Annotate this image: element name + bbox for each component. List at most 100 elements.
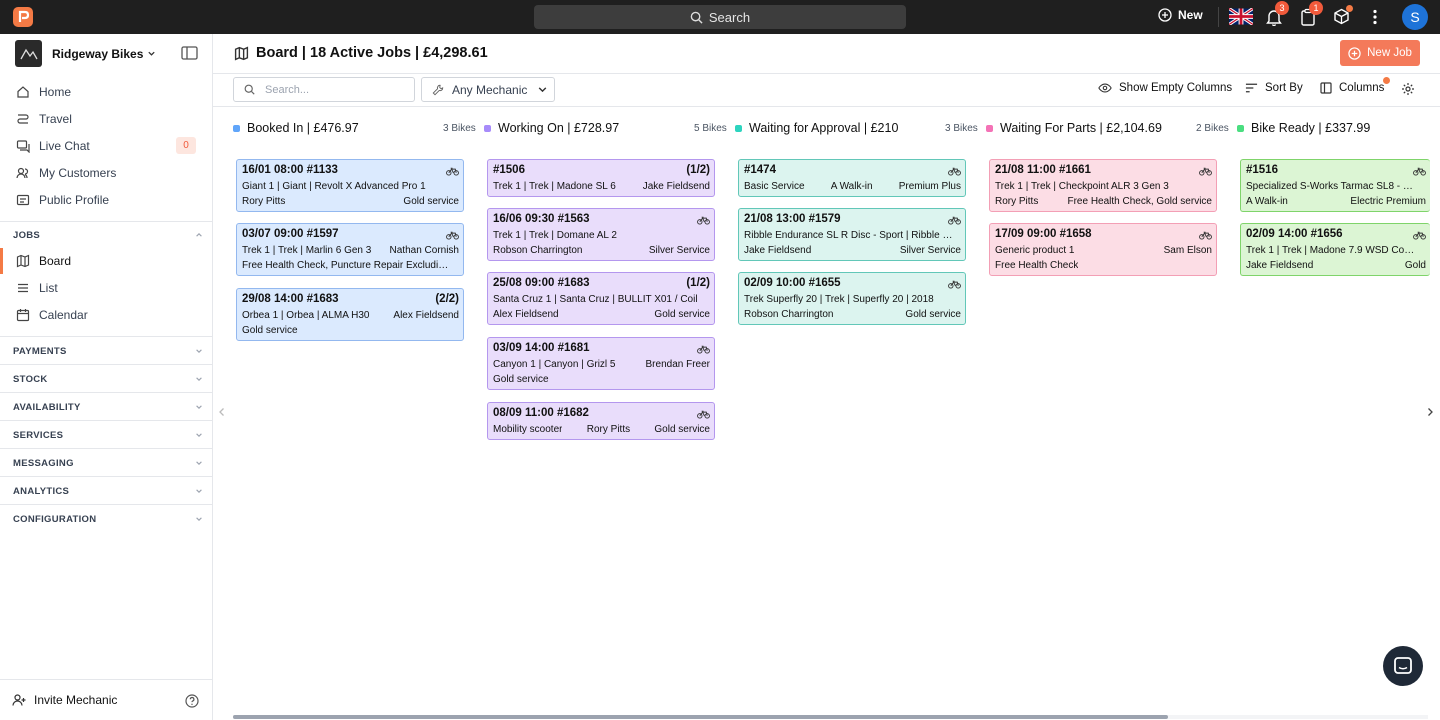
job-search-input[interactable] — [265, 83, 395, 96]
section-stock[interactable]: STOCK — [0, 365, 212, 393]
horizontal-scrollbar[interactable] — [233, 715, 1428, 719]
job-card[interactable]: 21/08 11:00 #1661 Trek 1 | Trek | Checkpo… — [989, 159, 1217, 212]
job-card-title: 16/06 09:30 #1563 — [493, 213, 590, 225]
sidebar-item-label: List — [39, 281, 58, 295]
sidebar-item-travel[interactable]: Travel — [0, 106, 212, 132]
sidebar-item-calendar[interactable]: Calendar — [0, 302, 212, 328]
user-avatar[interactable]: S — [1402, 4, 1428, 30]
sidebar-item-board[interactable]: Board — [0, 248, 212, 274]
job-card-row: Trek Superfly 20 | Trek | Superfly 20 | … — [744, 292, 961, 307]
sidebar-item-label: Board — [39, 254, 72, 268]
chevron-down-icon — [196, 377, 202, 381]
columns-button[interactable]: Columns — [1320, 82, 1384, 94]
column-title: Bike Ready | £337.99 — [1251, 121, 1371, 135]
show-empty-columns-button[interactable]: Show Empty Columns — [1098, 82, 1232, 94]
sidebar: Ridgeway Bikes Home Travel Live Chat 0 M… — [0, 34, 213, 720]
job-card[interactable]: #1506 (1/2) Trek 1 | Trek | Madone SL 6 Jak… — [487, 159, 715, 197]
job-card-field: Trek 1 | Trek | Madone SL 6 — [493, 181, 616, 192]
notifications-badge: 3 — [1275, 1, 1289, 15]
app-logo-icon[interactable] — [12, 6, 34, 28]
job-card-field: Brendan Freer — [645, 359, 710, 370]
new-button[interactable]: New — [1158, 8, 1203, 22]
more-vertical-icon[interactable] — [1368, 8, 1386, 26]
sidebar-item-label: Public Profile — [39, 193, 110, 207]
column-bike-count: 3 Bikes — [443, 123, 476, 134]
sidebar-item-home[interactable]: Home — [0, 79, 212, 105]
section-analytics[interactable]: ANALYTICS — [0, 477, 212, 505]
job-card-field: Jake Fieldsend — [1246, 260, 1314, 271]
job-card-row: Gold service — [493, 372, 710, 387]
job-card-row: Jake Fieldsend Gold — [1246, 258, 1426, 273]
job-card[interactable]: 21/08 13:00 #1579 Ribble Endurance SL R D… — [738, 208, 966, 261]
scrollbar-thumb[interactable] — [233, 715, 1168, 719]
job-card[interactable]: 03/09 14:00 #1681 Canyon 1 | Canyon | Gri… — [487, 337, 715, 390]
job-card[interactable]: 08/09 11:00 #1682 Mobility scooter Rory Pi… — [487, 402, 715, 440]
section-availability[interactable]: AVAILABILITY — [0, 393, 212, 421]
column-header-working-on: Working On | £728.97 5 Bikes — [484, 121, 729, 135]
chevron-down-icon — [539, 87, 547, 93]
chat-launcher-button[interactable] — [1383, 646, 1423, 686]
help-icon[interactable] — [185, 694, 199, 708]
wrench-icon — [432, 84, 444, 95]
sidebar-item-public-profile[interactable]: Public Profile — [0, 187, 212, 213]
section-messaging[interactable]: MESSAGING — [0, 449, 212, 477]
section-configuration[interactable]: CONFIGURATION — [0, 505, 212, 533]
section-payments[interactable]: PAYMENTS — [0, 337, 212, 365]
sidebar-item-my-customers[interactable]: My Customers — [0, 160, 212, 186]
column-title: Booked In | £476.97 — [247, 121, 359, 135]
job-card-field: Canyon 1 | Canyon | Grizl 5 — [493, 359, 616, 370]
sidebar-item-live-chat[interactable]: Live Chat 0 — [0, 133, 212, 159]
new-job-button[interactable]: New Job — [1340, 40, 1420, 66]
job-card-field: Alex Fieldsend — [393, 310, 459, 321]
sort-by-button[interactable]: Sort By — [1245, 82, 1303, 94]
job-card[interactable]: 16/06 09:30 #1563 Trek 1 | Trek | Domane … — [487, 208, 715, 261]
job-card-title: 03/07 09:00 #1597 — [242, 228, 339, 240]
topbar-divider — [1218, 7, 1219, 27]
scroll-left-icon[interactable] — [218, 407, 226, 417]
job-card[interactable]: 16/01 08:00 #1133 Giant 1 | Giant | Revol… — [236, 159, 464, 212]
sidebar-item-list[interactable]: List — [0, 275, 212, 301]
job-card[interactable]: 03/07 09:00 #1597 Trek 1 | Trek | Marlin … — [236, 223, 464, 276]
section-services[interactable]: SERVICES — [0, 421, 212, 449]
job-card[interactable]: 29/08 14:00 #1683 (2/2) Orbea 1 | Orbea | … — [236, 288, 464, 341]
bike-icon — [446, 230, 459, 240]
job-card-field: Free Health Check — [995, 260, 1079, 271]
new-job-label: New Job — [1367, 47, 1412, 59]
board-settings-button[interactable] — [1401, 82, 1415, 96]
job-card-field: Nathan Cornish — [389, 245, 459, 256]
section-jobs[interactable]: JOBS — [0, 221, 212, 249]
job-card-field: Trek 1 | Trek | Checkpoint ALR 3 Gen 3 — [995, 181, 1169, 192]
job-search[interactable] — [233, 77, 415, 102]
users-icon — [16, 167, 29, 179]
job-card-field: Rory Pitts — [995, 196, 1039, 207]
job-card[interactable]: 02/09 14:00 #1656 Trek 1 | Trek | Madone … — [1240, 223, 1430, 276]
global-search[interactable]: Search — [534, 5, 906, 29]
job-card[interactable]: 02/09 10:00 #1655 Trek Superfly 20 | Trek… — [738, 272, 966, 325]
job-card-field: Rory Pitts — [586, 424, 631, 435]
job-card-row: Trek 1 | Trek | Madone 7.9 WSD Compact — [1246, 243, 1426, 258]
bike-icon — [1413, 230, 1426, 240]
job-card[interactable]: 17/09 09:00 #1658 Generic product 1 Sam El… — [989, 223, 1217, 276]
chevron-down-icon — [196, 349, 202, 353]
shop-switcher[interactable]: Ridgeway Bikes — [15, 40, 156, 67]
job-card[interactable]: #1474 Basic Service A Walk-in Premium Plus — [738, 159, 966, 197]
bike-icon — [1199, 166, 1212, 176]
invite-mechanic-button[interactable]: Invite Mechanic — [12, 693, 117, 707]
sidebar-toggle-icon[interactable] — [181, 46, 198, 60]
uk-flag-icon[interactable] — [1229, 8, 1253, 25]
section-label: ANALYTICS — [13, 485, 70, 497]
job-card-field: Rory Pitts — [242, 196, 286, 207]
scroll-right-icon[interactable] — [1426, 407, 1434, 417]
job-card[interactable]: 25/08 09:00 #1683 (1/2) Santa Cruz 1 | San… — [487, 272, 715, 325]
job-card[interactable]: #1516 Specialized S-Works Tarmac SL8 - Sh… — [1240, 159, 1430, 212]
card-icon — [16, 194, 30, 206]
route-icon — [17, 114, 29, 124]
job-card-field: Premium Plus — [898, 181, 961, 192]
column-header-waiting-for-approval: Waiting for Approval | £210 3 Bikes — [735, 121, 980, 135]
bike-icon — [948, 279, 961, 289]
job-card-field: Generic product 1 — [995, 245, 1075, 256]
mechanic-select[interactable]: Any Mechanic — [421, 77, 555, 102]
chevron-down-icon — [196, 489, 202, 493]
job-card-row: Jake Fieldsend Silver Service — [744, 243, 961, 258]
job-card-field: Jake Fieldsend — [744, 245, 812, 256]
